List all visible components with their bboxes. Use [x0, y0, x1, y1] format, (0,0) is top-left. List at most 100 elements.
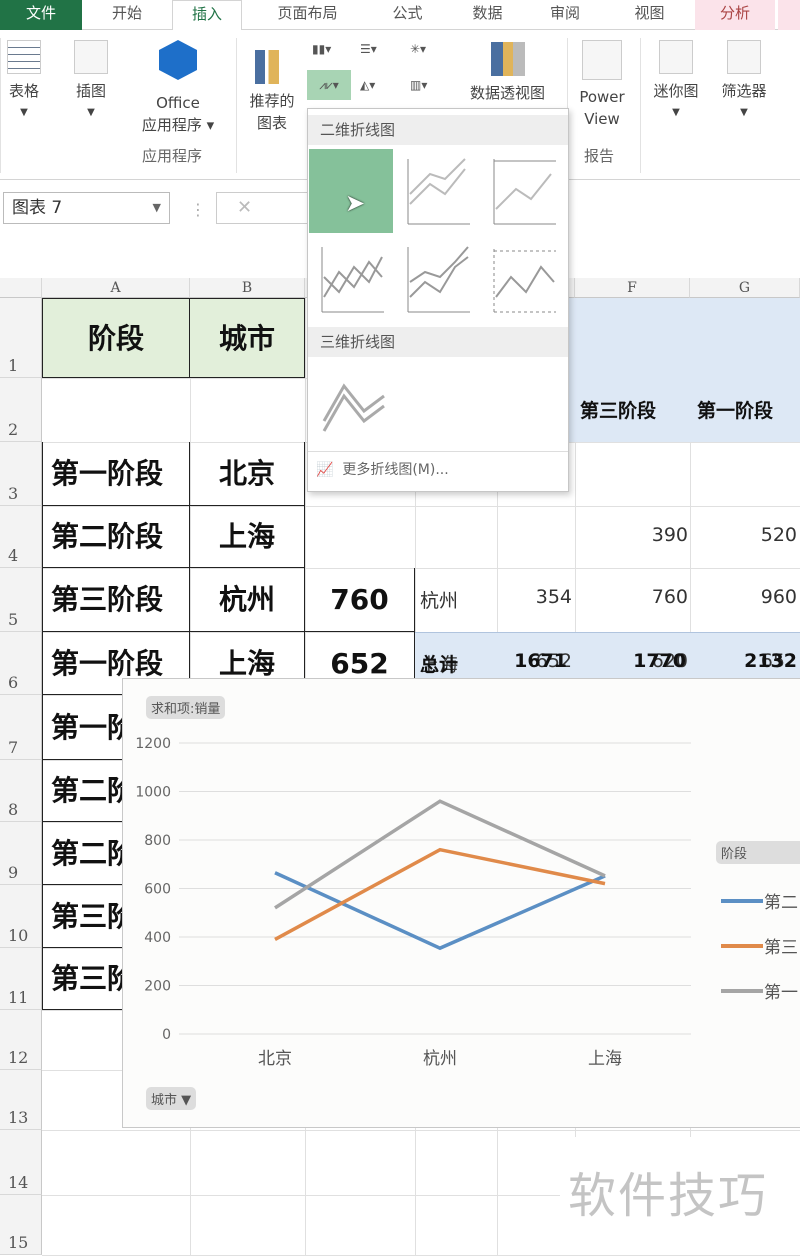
area-chart-icon[interactable]: ◭▾: [360, 78, 375, 92]
recommended-chart-icon: [255, 50, 289, 84]
select-all-corner[interactable]: [0, 278, 42, 298]
row-header-12[interactable]: 12: [0, 1010, 42, 1070]
table-cell[interactable]: 北京: [190, 442, 305, 506]
column-header-G[interactable]: G: [690, 278, 800, 298]
tab-review[interactable]: 审阅: [530, 0, 600, 30]
row-header-2[interactable]: 2: [0, 378, 42, 442]
y-tick-label: 400: [144, 930, 171, 946]
column-header-B[interactable]: B: [190, 278, 305, 298]
row-number: 15: [8, 1233, 28, 1252]
column-header-A[interactable]: A: [42, 278, 190, 298]
combo-chart-icon[interactable]: ▥▾: [410, 78, 427, 92]
tab-data[interactable]: 数据: [455, 0, 520, 30]
pivotchart-button[interactable]: 数据透视图: [455, 42, 560, 104]
section-3d-line: 三维折线图: [308, 327, 568, 357]
pivot-chart[interactable]: 求和项:销量 城市 ▼ 阶段 020040060080010001200北京杭州…: [122, 678, 800, 1128]
power-label-2: View: [572, 108, 632, 130]
row-number: 11: [8, 988, 28, 1007]
gallery-100-stacked-line[interactable]: [486, 149, 570, 233]
pivotchart-label: 数据透视图: [455, 82, 560, 104]
tab-analyze[interactable]: 分析: [695, 0, 775, 30]
pivot-row-label[interactable]: 杭州: [420, 586, 458, 613]
table-button[interactable]: 表格▼: [2, 40, 46, 124]
pivot-value[interactable]: 760: [652, 586, 688, 608]
recommended-charts-button[interactable]: 推荐的 图表: [242, 50, 302, 134]
y-tick-label: 1000: [135, 785, 171, 801]
legend-label: 第二: [764, 893, 798, 913]
gallery-line-markers[interactable]: [314, 237, 398, 321]
table-cell[interactable]: 第二阶段: [42, 506, 190, 568]
column-chart-icon[interactable]: ▮▮▾: [312, 42, 331, 56]
pivot-value[interactable]: 354: [536, 586, 572, 608]
name-box[interactable]: 图表 7▼: [3, 192, 170, 224]
row-header-9[interactable]: 9: [0, 822, 42, 885]
power-view-icon: [582, 40, 622, 80]
row-header-14[interactable]: 14: [0, 1130, 42, 1195]
tab-design[interactable]: [778, 0, 800, 30]
office-label-1: Office: [130, 92, 226, 114]
tab-page-layout[interactable]: 页面布局: [255, 0, 360, 30]
power-view-button[interactable]: Power View: [572, 40, 632, 130]
slicer-button[interactable]: 筛选器▼: [712, 40, 776, 124]
table-header-city: 城市: [190, 298, 305, 378]
y-tick-label: 0: [162, 1027, 171, 1043]
table-cell[interactable]: 第三阶段: [42, 568, 190, 632]
radar-chart-icon[interactable]: ✳▾: [410, 42, 426, 56]
row-number: 4: [8, 546, 18, 565]
row-header-5[interactable]: 5: [0, 568, 42, 632]
cancel-icon[interactable]: ✕: [237, 197, 252, 218]
gallery-100-stacked-line-markers[interactable]: [486, 237, 570, 321]
illustrations-button[interactable]: 插图▼: [66, 40, 116, 124]
column-header-F[interactable]: F: [575, 278, 690, 298]
row-number: 6: [8, 673, 18, 692]
table-cell[interactable]: 杭州: [190, 568, 305, 632]
legend-label: 第一: [764, 983, 798, 1003]
tab-home[interactable]: 开始: [82, 0, 172, 30]
row-header-3[interactable]: 3: [0, 442, 42, 506]
y-tick-label: 600: [144, 882, 171, 898]
tab-insert[interactable]: 插入: [172, 0, 242, 31]
row-header-10[interactable]: 10: [0, 885, 42, 948]
gallery-3d-line[interactable]: [314, 361, 398, 445]
line-chart-small-icon: 📈: [316, 462, 333, 478]
row-header-11[interactable]: 11: [0, 948, 42, 1010]
tab-view[interactable]: 视图: [612, 0, 687, 30]
row-header-6[interactable]: 6: [0, 632, 42, 695]
table-cell[interactable]: 第一阶段: [42, 442, 190, 506]
gallery-line[interactable]: ➤: [309, 149, 393, 233]
pivot-value[interactable]: 390: [652, 524, 688, 546]
bar-chart-icon[interactable]: ☰▾: [360, 42, 377, 56]
y-tick-label: 200: [144, 979, 171, 995]
gallery-stacked-line[interactable]: [400, 149, 484, 233]
office-label-2: 应用程序 ▾: [130, 114, 226, 136]
tab-formulas[interactable]: 公式: [370, 0, 445, 30]
row-number: 13: [8, 1108, 28, 1127]
row-number: 12: [8, 1048, 28, 1067]
more-line-charts[interactable]: 📈 更多折线图(M)...: [316, 459, 449, 479]
gallery-stacked-line-markers[interactable]: [400, 237, 484, 321]
recommended-label-1: 推荐的: [242, 90, 302, 112]
power-label-1: Power: [572, 86, 632, 108]
row-header-8[interactable]: 8: [0, 760, 42, 822]
section-2d-line: 二维折线图: [308, 115, 568, 145]
row-header-4[interactable]: 4: [0, 506, 42, 568]
office-apps-button[interactable]: Office 应用程序 ▾: [130, 40, 226, 136]
row-header-1[interactable]: 1: [0, 298, 42, 378]
table-icon: [7, 40, 41, 74]
x-tick-label: 北京: [258, 1049, 292, 1069]
sparkline-button[interactable]: 迷你图▼: [645, 40, 707, 124]
table-cell[interactable]: 760: [305, 568, 415, 632]
row-header-13[interactable]: 13: [0, 1070, 42, 1130]
line-chart-icon[interactable]: ⩘⩗▾: [307, 70, 351, 100]
tab-file[interactable]: 文件: [0, 0, 82, 30]
pivot-col-header[interactable]: 第三阶段: [580, 396, 656, 423]
row-header-7[interactable]: 7: [0, 695, 42, 760]
pivot-col-header[interactable]: 第一阶段: [697, 396, 773, 423]
table-cell[interactable]: 上海: [190, 506, 305, 568]
pivot-value[interactable]: 520: [761, 524, 797, 546]
row-number: 5: [8, 610, 18, 629]
series-line-第一阶段: [275, 801, 605, 908]
table-header-stage: 阶段: [42, 298, 190, 378]
row-header-15[interactable]: 15: [0, 1195, 42, 1255]
pivot-value[interactable]: 960: [761, 586, 797, 608]
